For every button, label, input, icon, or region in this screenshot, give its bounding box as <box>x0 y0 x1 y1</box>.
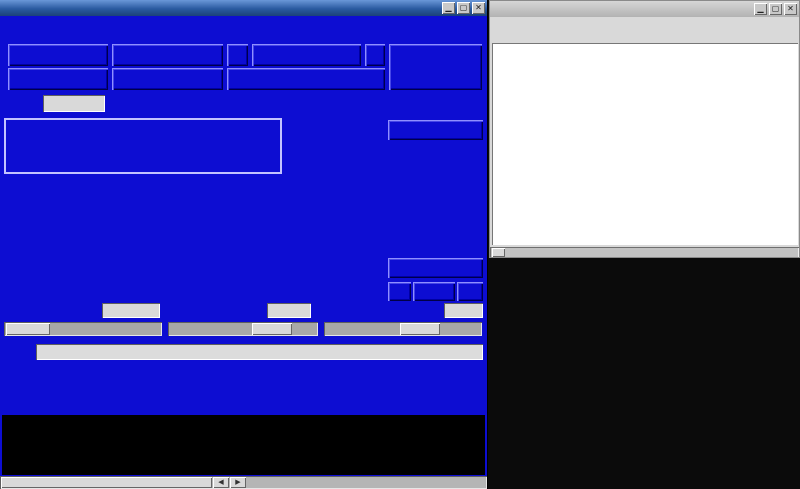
dro-axis-y[interactable] <box>6 178 280 234</box>
axis-speed-slider-thumb[interactable] <box>6 323 50 335</box>
abort-button[interactable] <box>389 44 482 90</box>
backplot-hscrollbar[interactable] <box>490 247 799 258</box>
arrow-right-icon: ▶ <box>235 479 240 486</box>
spindle-override-slider-thumb[interactable] <box>400 323 440 335</box>
axis-speed-slider[interactable] <box>4 322 162 336</box>
spindle-inc-button[interactable] <box>365 44 385 66</box>
maximize-icon: ▢ <box>460 3 468 12</box>
dro-axis-x[interactable] <box>4 118 282 174</box>
spindle-override-slider[interactable] <box>324 322 482 336</box>
jog-mode-button[interactable] <box>388 258 483 278</box>
mode-auto-button[interactable] <box>8 68 108 90</box>
maximize-button[interactable]: ▢ <box>769 3 782 15</box>
backplot-button-row <box>494 20 800 39</box>
machine-on-button[interactable] <box>8 44 108 66</box>
maximize-button[interactable]: ▢ <box>457 2 470 14</box>
mist-button[interactable] <box>112 44 223 66</box>
feed-override-value <box>267 303 311 318</box>
minimize-button[interactable]: ▁ <box>754 3 767 15</box>
flood-button[interactable] <box>112 68 223 90</box>
backplot-hscroll-thumb[interactable] <box>492 248 505 257</box>
arrow-left-icon: ◀ <box>218 479 223 486</box>
backplot-wireframe <box>492 43 798 245</box>
axis-speed-value <box>102 303 160 318</box>
mdi-input[interactable] <box>36 344 483 360</box>
tool-offset-entry[interactable] <box>43 95 105 112</box>
jog-plus-button[interactable] <box>457 282 483 301</box>
override-limits-button[interactable] <box>388 120 483 140</box>
minimize-icon: ▁ <box>445 3 451 12</box>
scroll-left-button[interactable]: ◀ <box>213 477 229 488</box>
brake-button[interactable] <box>227 68 385 90</box>
home-button[interactable] <box>413 282 455 301</box>
spindle-override-value <box>444 303 483 318</box>
backplot-titlebar[interactable]: ▁ ▢ ✕ <box>490 1 799 17</box>
backplot-canvas <box>492 43 798 245</box>
spindle-dec-button[interactable] <box>227 44 248 66</box>
close-button[interactable]: ✕ <box>784 3 797 15</box>
dro-axis-z[interactable] <box>6 236 280 292</box>
close-icon: ✕ <box>787 4 794 13</box>
feed-override-slider-thumb[interactable] <box>252 323 292 335</box>
minimize-button[interactable]: ▁ <box>442 2 455 14</box>
tkemc-window: ▁ ▢ ✕ <box>0 0 488 489</box>
jog-minus-button[interactable] <box>388 282 411 301</box>
program-button-row <box>2 393 485 413</box>
close-button[interactable]: ✕ <box>472 2 485 14</box>
minimize-icon: ▁ <box>757 4 763 13</box>
close-icon: ✕ <box>475 3 482 12</box>
feed-override-slider[interactable] <box>168 322 318 336</box>
program-hscrollbar[interactable]: ◀ ▶ <box>0 476 487 489</box>
scroll-right-button[interactable]: ▶ <box>230 477 246 488</box>
spindle-button[interactable] <box>252 44 361 66</box>
program-listing[interactable] <box>2 415 485 475</box>
hscroll-thumb[interactable] <box>1 477 212 488</box>
maximize-icon: ▢ <box>772 4 780 13</box>
menubar <box>0 16 487 38</box>
backplot-window: ▁ ▢ ✕ <box>489 0 800 258</box>
tkemc-titlebar[interactable]: ▁ ▢ ✕ <box>0 0 487 16</box>
tool-offset-line <box>8 95 482 112</box>
